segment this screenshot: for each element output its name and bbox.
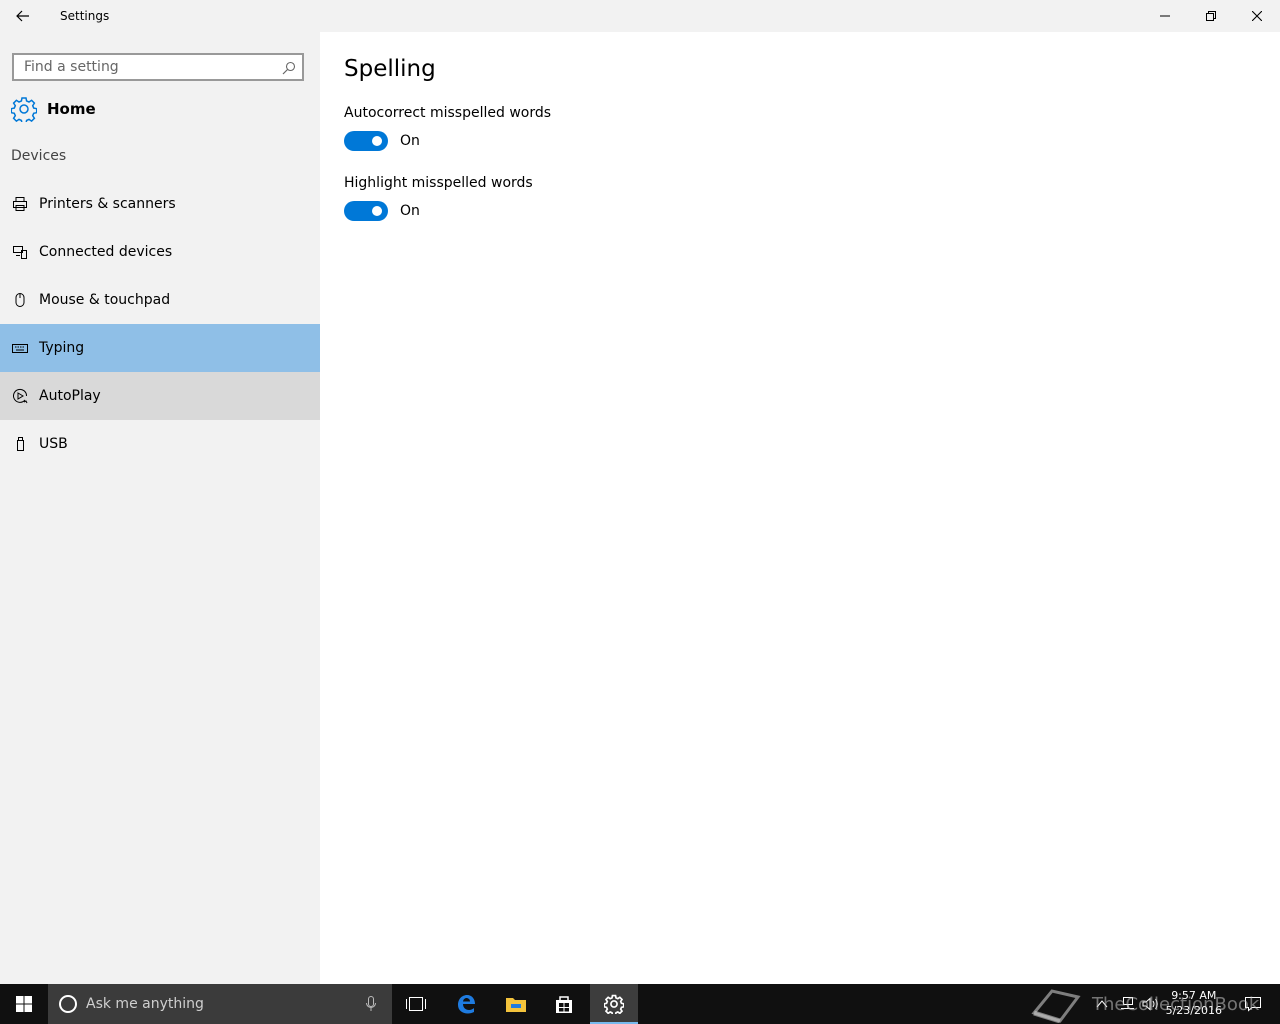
autocorrect-toggle[interactable] xyxy=(344,131,388,151)
keyboard-icon xyxy=(12,340,28,356)
setting-highlight: Highlight misspelled words On xyxy=(344,175,533,221)
sidebar-item-autoplay[interactable]: AutoPlay xyxy=(0,372,320,420)
main-content: Spelling Autocorrect misspelled words On… xyxy=(320,32,1280,984)
back-button[interactable] xyxy=(0,0,46,32)
edge-icon xyxy=(458,995,475,1014)
toggle-knob xyxy=(372,206,382,216)
sidebar-item-label: AutoPlay xyxy=(39,388,101,404)
printer-icon xyxy=(12,196,28,212)
setting-autocorrect: Autocorrect misspelled words On xyxy=(344,105,551,151)
home-link[interactable]: Home xyxy=(11,94,96,124)
cortana-search-box[interactable]: Ask me anything xyxy=(48,984,392,1024)
sidebar-item-label: Connected devices xyxy=(39,244,173,260)
book-logo-icon xyxy=(1031,989,1081,1023)
toggle-knob xyxy=(372,136,382,146)
toggle-state-label: On xyxy=(400,203,420,219)
microphone-icon[interactable] xyxy=(366,996,376,1012)
restore-icon xyxy=(1206,11,1216,21)
mouse-icon xyxy=(12,292,28,308)
usb-icon xyxy=(12,436,28,452)
search-icon[interactable] xyxy=(282,60,296,79)
setting-label: Highlight misspelled words xyxy=(344,175,533,191)
sidebar-item-typing[interactable]: Typing xyxy=(0,324,320,372)
start-button[interactable] xyxy=(0,984,48,1024)
sidebar-item-label: USB xyxy=(39,436,68,452)
section-header: Devices xyxy=(11,148,67,164)
watermark: TheCollectionBook xyxy=(1030,984,1280,1024)
toggle-state-label: On xyxy=(400,133,420,149)
close-button[interactable] xyxy=(1234,0,1280,32)
search-box[interactable] xyxy=(12,53,304,81)
sidebar-item-label: Printers & scanners xyxy=(39,196,176,212)
sidebar-item-printers-scanners[interactable]: Printers & scanners xyxy=(0,180,320,228)
minimize-button[interactable] xyxy=(1142,0,1188,32)
sidebar-item-usb[interactable]: USB xyxy=(0,420,320,468)
store-button[interactable] xyxy=(540,984,588,1024)
cortana-placeholder: Ask me anything xyxy=(86,996,204,1012)
title-bar: Settings xyxy=(0,0,1280,32)
sidebar-item-mouse-touchpad[interactable]: Mouse & touchpad xyxy=(0,276,320,324)
highlight-toggle[interactable] xyxy=(344,201,388,221)
window-title: Settings xyxy=(60,9,110,23)
minimize-icon xyxy=(1160,15,1170,17)
task-view-icon xyxy=(406,997,426,1011)
windows-logo-icon xyxy=(16,996,32,1012)
home-label: Home xyxy=(47,100,96,118)
setting-label: Autocorrect misspelled words xyxy=(344,105,552,121)
cortana-icon xyxy=(59,995,77,1013)
sidebar-item-label: Typing xyxy=(39,340,85,356)
sidebar: Home Devices Printers & scanners Connect… xyxy=(0,32,320,984)
search-input[interactable] xyxy=(14,55,279,79)
store-icon xyxy=(556,996,572,1013)
nav-list: Printers & scanners Connected devices Mo… xyxy=(0,180,320,468)
autoplay-icon xyxy=(12,388,28,404)
watermark-text: TheCollectionBook xyxy=(1092,993,1260,1015)
restore-button[interactable] xyxy=(1188,0,1234,32)
page-title: Spelling xyxy=(344,56,436,82)
gear-icon xyxy=(11,97,37,122)
sidebar-item-label: Mouse & touchpad xyxy=(39,292,171,308)
task-view-button[interactable] xyxy=(392,984,440,1024)
file-explorer-button[interactable] xyxy=(492,984,540,1024)
close-icon xyxy=(1252,11,1262,21)
sidebar-item-connected-devices[interactable]: Connected devices xyxy=(0,228,320,276)
settings-taskbar-icon-wrap[interactable] xyxy=(590,984,638,1024)
gear-icon xyxy=(604,994,624,1014)
connected-devices-icon xyxy=(12,244,28,260)
edge-button[interactable] xyxy=(442,984,490,1024)
back-arrow-icon xyxy=(16,10,29,22)
folder-icon xyxy=(506,998,526,1012)
